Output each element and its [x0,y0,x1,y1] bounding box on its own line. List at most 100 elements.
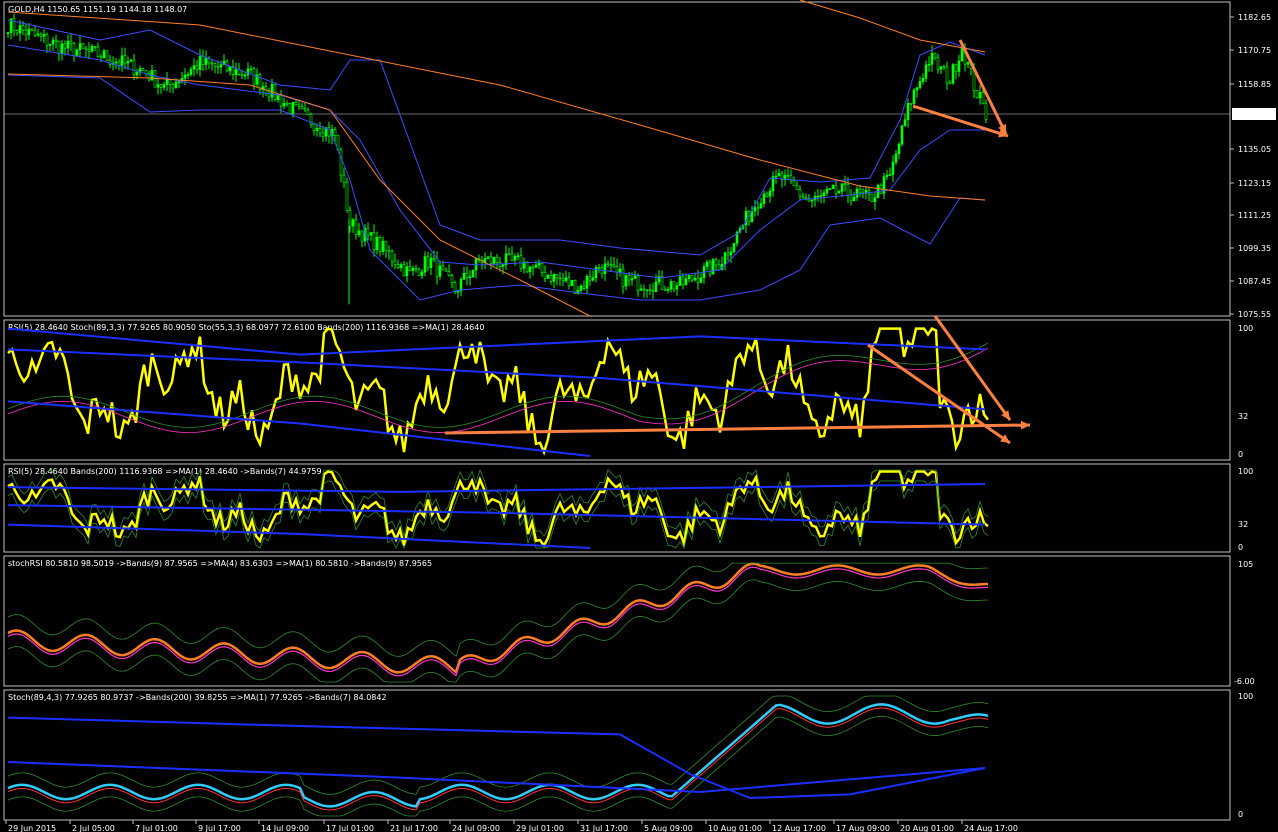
candle-body [960,47,964,62]
x-axis-label: 5 Aug 09:00 [644,824,693,832]
candle-body [642,288,646,291]
candle-body [798,189,802,197]
candle-body [912,89,916,104]
candle-body [300,106,304,109]
candle-body [786,174,790,177]
candle-body [564,277,568,281]
stochrsi-orange [7,562,989,675]
candle-body [441,265,445,271]
candle-body [921,78,925,82]
candle-body [621,268,625,287]
candle-body [981,92,985,104]
rsi2-blue-lower [7,523,591,549]
candle-body [384,240,388,251]
candle-body [516,255,520,258]
candle-body [72,43,76,57]
candle-body [96,46,100,57]
candle-body [552,273,556,282]
candle-body [78,43,82,51]
candle-body [159,84,163,88]
bollinger-upper [7,19,986,256]
candle-body [102,50,106,59]
candle-body [846,183,850,196]
x-axis-label: 17 Aug 09:00 [836,824,890,832]
candle-body [276,95,280,101]
candle-body [354,219,358,236]
candle-body [510,253,514,261]
rsi-bands-tick: 32 [1238,520,1248,529]
candle-body [411,267,415,271]
candle-body [279,95,283,107]
candle-body [234,69,238,75]
x-axis-label: 29 Jul 01:00 [516,824,564,832]
candle-body [801,195,805,198]
stoch-tick: 100 [1238,692,1253,701]
x-axis-label: 7 Jul 01:00 [135,824,178,832]
candle-body [270,84,274,98]
candle-body [60,43,64,54]
price-tick-label: 1170.75 [1238,46,1271,55]
rsi-bands-tick: 0 [1238,543,1243,552]
candle-body [897,143,901,155]
candle-body [291,102,295,114]
candle-body [822,192,826,196]
candle-body [507,253,511,256]
candle-body [633,275,637,279]
candle-body [663,288,667,291]
candle-body [984,103,988,120]
candle-body [618,268,622,273]
candle-body [768,190,772,197]
candle-body [447,271,451,276]
candle-body [288,103,292,114]
candle-body [804,197,808,199]
rsi-arrow-horizontal-head [1020,420,1030,430]
candle-body [372,232,376,251]
candle-body [906,102,910,120]
candle-body [894,153,898,163]
candle-body [357,230,361,236]
candle-body [198,56,202,71]
candle-body [123,55,127,64]
candle-body [75,49,79,57]
candle-body [423,256,427,273]
x-axis-label: 14 Jul 09:00 [261,824,309,832]
candle-body [246,68,250,76]
candle-body [249,68,253,71]
candle-body [891,161,895,175]
candle-body [321,132,325,137]
candle-body [375,237,379,251]
rsi-stoch-tick: 100 [1238,324,1253,333]
x-axis-label: 21 Jul 17:00 [390,824,438,832]
candle-body [189,68,193,75]
candle-body [639,288,643,291]
candle-body [837,191,841,194]
candle-body [51,39,55,45]
candle-body [843,183,847,185]
candle-body [414,267,418,271]
candle-body [627,275,631,281]
candle-body [90,46,94,52]
candle-body [858,188,862,194]
candle-body [24,29,28,36]
candle-body [453,282,457,293]
candle-body [69,40,73,45]
panel-label-stochrsi: stochRSI 80.5810 98.5019 ->Bands(9) 87.9… [8,559,432,568]
candle-body [129,59,133,62]
candle-body [951,64,955,84]
candle-body [165,79,169,85]
candle-body [132,59,136,76]
candle-body [366,227,370,236]
candle-body [126,61,130,64]
candle-body [885,174,889,177]
candle-body [30,28,34,31]
candle-body [315,128,319,131]
panel-label-rsi_stoch: RSI(5) 28.4640 Stoch(89,3,3) 77.9265 80.… [8,323,484,332]
candle-body [726,252,730,256]
candle-body [6,32,10,34]
candle-body [582,285,586,289]
price-tag-label: 1148.07 [1236,110,1269,119]
candle-body [777,173,781,177]
candle-body [654,281,658,292]
candle-body [93,46,97,48]
candle-body [117,61,121,66]
